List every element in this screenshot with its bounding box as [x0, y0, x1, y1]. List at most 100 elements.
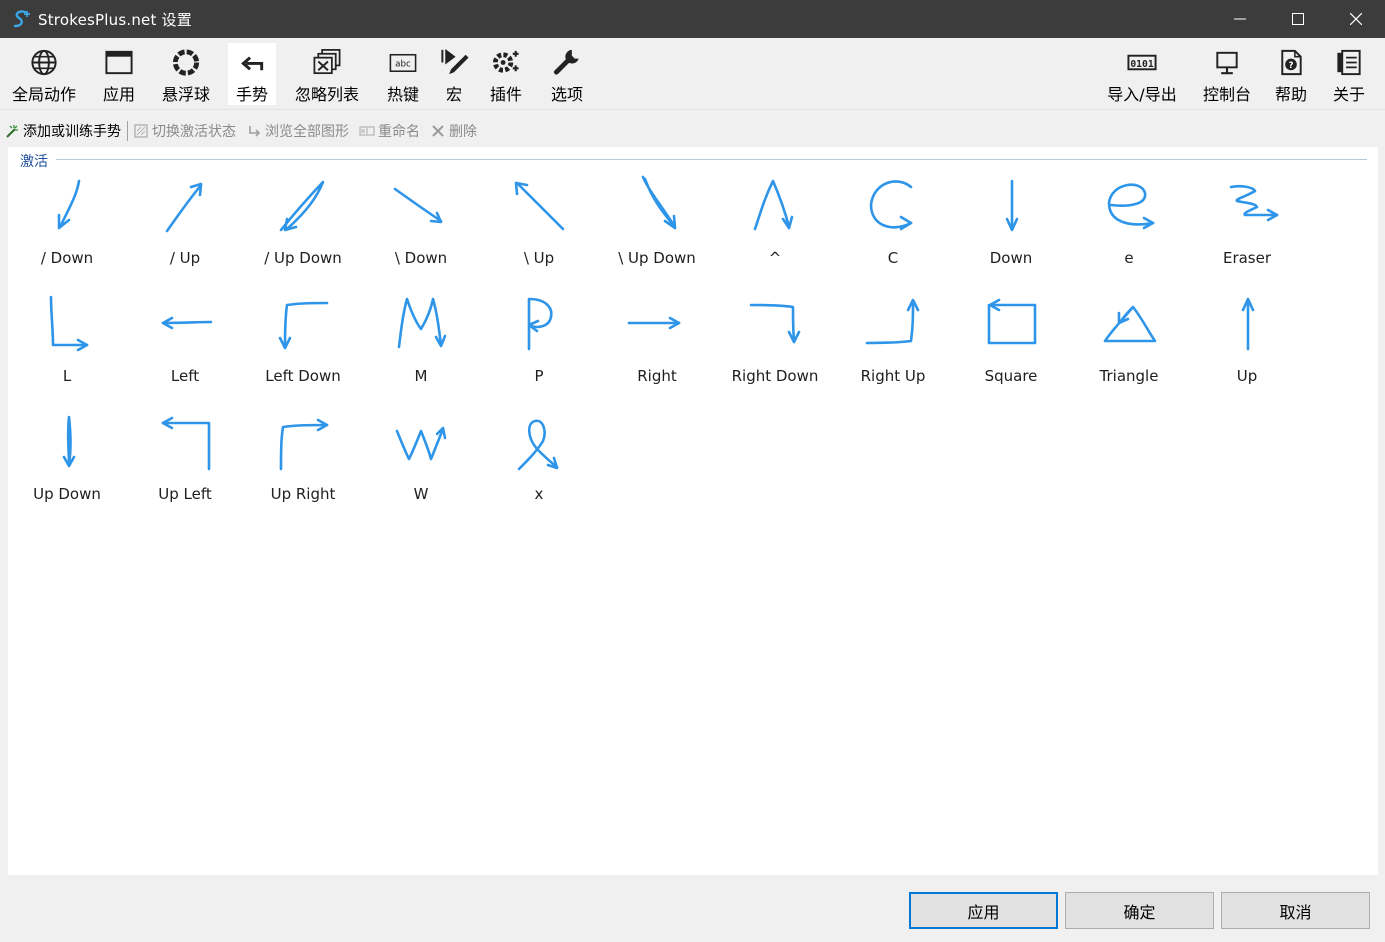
browse-all-shapes-button[interactable]: 浏览全部图形: [246, 121, 349, 141]
gesture-item[interactable]: \ Down: [362, 171, 480, 271]
gesture-left-icon: [161, 316, 213, 330]
gesture-eraser-icon: [1229, 184, 1279, 222]
gesture-label: Square: [984, 367, 1038, 385]
gesture-item[interactable]: P: [480, 289, 598, 389]
gesture-item[interactable]: Left: [126, 289, 244, 389]
gesture-item[interactable]: Up Left: [126, 407, 244, 507]
gesture-slash-down-icon: [57, 179, 81, 230]
gesture-item[interactable]: ^: [716, 171, 834, 271]
rename-label: 重命名: [378, 124, 420, 140]
toolbar-hotkeys[interactable]: abc 热键: [380, 43, 426, 105]
gesture-item[interactable]: Square: [952, 289, 1070, 389]
rename-button[interactable]: 重命名: [359, 121, 420, 141]
gesture-up-down-icon: [62, 415, 76, 468]
toolbar-label: 全局动作: [11, 85, 76, 104]
gesture-item[interactable]: Triangle: [1070, 289, 1188, 389]
rename-icon: [359, 126, 375, 136]
toolbar-floating-ball[interactable]: 悬浮球: [156, 43, 216, 105]
toolbar-options[interactable]: 选项: [544, 43, 590, 105]
toolbar-macros[interactable]: 宏: [436, 43, 472, 105]
gesture-label: Triangle: [1099, 367, 1159, 385]
gesture-item[interactable]: M: [362, 289, 480, 389]
wrench-icon: [553, 49, 579, 75]
help-doc-icon: ?: [1281, 49, 1302, 76]
close-icon: [1350, 13, 1362, 25]
maximize-button[interactable]: [1269, 0, 1327, 38]
delete-button[interactable]: 删除: [430, 121, 477, 141]
close-button[interactable]: [1327, 0, 1385, 38]
gesture-item[interactable]: Up Right: [244, 407, 362, 507]
gesture-item[interactable]: Right: [598, 289, 716, 389]
gesture-label: \ Up: [523, 249, 555, 267]
gesture-label: Up Down: [33, 485, 101, 503]
gesture-item[interactable]: Up Down: [8, 407, 126, 507]
gesture-item[interactable]: / Down: [8, 171, 126, 271]
gesture-up-left-icon: [161, 416, 211, 471]
gesture-item[interactable]: Right Down: [716, 289, 834, 389]
toolbar-label: 宏: [445, 85, 462, 104]
gesture-item[interactable]: x: [480, 407, 598, 507]
minimize-button[interactable]: [1211, 0, 1269, 38]
toolbar-label: 导入/导出: [1107, 85, 1177, 104]
gesture-item[interactable]: C: [834, 171, 952, 271]
gesture-label: x: [534, 485, 544, 503]
globe-icon: [31, 49, 57, 76]
active-group-label: 激活: [20, 151, 54, 171]
toolbar-label: 手势: [235, 85, 268, 104]
gesture-item[interactable]: / Up Down: [244, 171, 362, 271]
gesture-item[interactable]: e: [1070, 171, 1188, 271]
gesture-label: C: [887, 249, 899, 267]
toggle-active-label: 切换激活状态: [152, 124, 236, 140]
gesture-item[interactable]: Up: [1188, 289, 1306, 389]
delete-x-icon: [432, 125, 444, 137]
add-train-label: 添加或训练手势: [23, 124, 121, 140]
toolbar-gestures[interactable]: 手势: [228, 43, 276, 105]
gesture-square-icon: [987, 298, 1037, 345]
gesture-label: Right: [637, 367, 677, 385]
gesture-label: P: [534, 367, 544, 385]
toolbar-label: 应用: [102, 85, 135, 104]
toolbar-about[interactable]: 关于: [1326, 43, 1372, 105]
monitor-icon: [1216, 51, 1238, 75]
gesture-label: / Down: [40, 249, 94, 267]
gesture-item[interactable]: Down: [952, 171, 1070, 271]
gesture-item[interactable]: \ Up: [480, 171, 598, 271]
gesture-up-right-icon: [279, 418, 329, 471]
keyboard-icon: abc: [389, 53, 417, 72]
toolbar-console[interactable]: 控制台: [1196, 43, 1258, 105]
gesture-item[interactable]: \ Up Down: [598, 171, 716, 271]
gesture-item[interactable]: Right Up: [834, 289, 952, 389]
toolbar-global-actions[interactable]: 全局动作: [6, 43, 82, 105]
toolbar-help[interactable]: ? 帮助: [1268, 43, 1314, 105]
plugin-gear-icon: [492, 50, 519, 73]
toggle-active-button[interactable]: 切换激活状态: [133, 121, 236, 141]
ignore-list-icon: [313, 49, 341, 75]
gesture-item[interactable]: W: [362, 407, 480, 507]
about-doc-icon: [1337, 49, 1361, 76]
toolbar-label: 热键: [386, 85, 419, 104]
gesture-item[interactable]: Left Down: [244, 289, 362, 389]
toolbar-import-export[interactable]: 0101 导入/导出: [1100, 43, 1184, 105]
toolbar-applications[interactable]: 应用: [96, 43, 142, 105]
toolbar-plugins[interactable]: 插件: [484, 43, 528, 105]
toolbar-label: 选项: [550, 85, 583, 104]
add-train-gesture-button[interactable]: 添加或训练手势: [4, 121, 121, 141]
gesture-label: Left: [170, 367, 200, 385]
gesture-backslash-up-icon: [514, 181, 565, 231]
gesture-item[interactable]: / Up: [126, 171, 244, 271]
binary-icon: 0101: [1127, 54, 1157, 71]
svg-text:?: ?: [1288, 61, 1293, 71]
gesture-item[interactable]: Eraser: [1188, 171, 1306, 271]
gesture-item[interactable]: L: [8, 289, 126, 389]
toolbar-ignore-list[interactable]: 忽略列表: [288, 43, 366, 105]
ok-button[interactable]: 确定: [1065, 892, 1214, 929]
gesture-label: Up Right: [270, 485, 336, 503]
sub-toolbar-separator: [127, 121, 128, 141]
gesture-label: ^: [768, 249, 782, 267]
browse-shapes-icon: [249, 126, 261, 137]
delete-label: 删除: [449, 124, 477, 140]
apply-button[interactable]: 应用: [909, 892, 1058, 929]
cancel-button[interactable]: 取消: [1221, 892, 1370, 929]
window-title: StrokesPlus.net 设置: [38, 10, 192, 29]
gesture-label: Right Down: [731, 367, 819, 385]
